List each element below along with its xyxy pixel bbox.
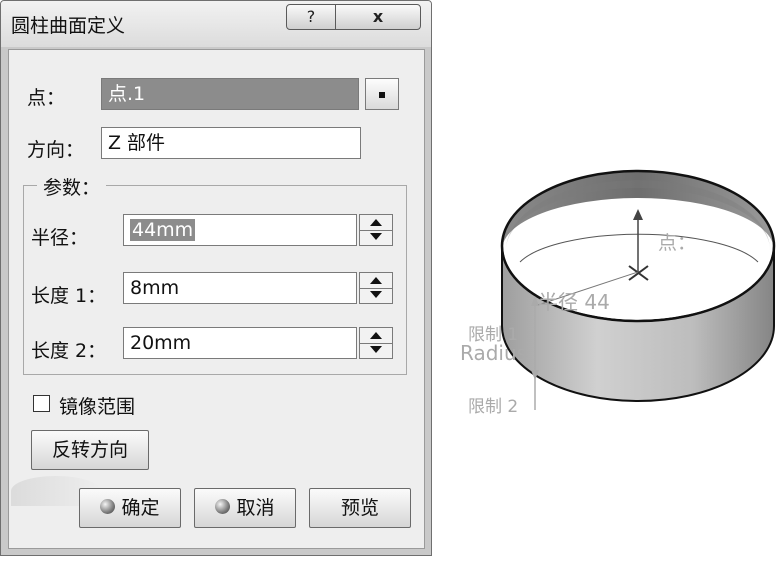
mirror-extent-label: 镜像范围 — [59, 396, 136, 418]
limit2-annotation: 限制 2 — [468, 397, 519, 417]
spinner-up-arrow-icon[interactable] — [360, 273, 392, 289]
radius-field[interactable]: 44mm — [123, 214, 357, 246]
radius-annotation: 半径 44 — [538, 290, 610, 314]
dialog-titlebar[interactable]: 圆柱曲面定义 ? x — [1, 1, 431, 47]
point-annotation: 点： — [658, 232, 697, 254]
point-select-button[interactable] — [365, 78, 399, 110]
close-button[interactable]: x — [335, 4, 421, 30]
length2-field[interactable]: 20mm — [123, 327, 357, 359]
cancel-button[interactable]: 取消 — [194, 488, 296, 528]
radius-en-annotation: Radius — [460, 341, 528, 365]
3d-viewport[interactable]: 点： 半径 44 限制 1 Radius 限制 2 — [440, 0, 778, 560]
point-field[interactable]: 点.1 — [101, 78, 359, 110]
radius-value: 44mm — [130, 219, 196, 241]
length2-spinner[interactable] — [359, 327, 393, 359]
ok-button[interactable]: 确定 — [79, 488, 181, 528]
ok-orb-icon — [100, 499, 116, 514]
help-button[interactable]: ? — [286, 4, 336, 30]
radius-label: 半径： — [31, 227, 89, 249]
cancel-label: 取消 — [236, 497, 275, 519]
length1-spinner[interactable] — [359, 272, 393, 304]
reverse-direction-button[interactable]: 反转方向 — [31, 430, 149, 470]
direction-label: 方向： — [27, 139, 85, 161]
cylinder-preview — [500, 169, 776, 410]
radius-spinner[interactable] — [359, 214, 393, 246]
spinner-down-arrow-icon[interactable] — [360, 343, 392, 358]
spinner-down-arrow-icon[interactable] — [360, 288, 392, 303]
length1-field[interactable]: 8mm — [123, 272, 357, 304]
parameters-group-title: 参数： — [37, 173, 107, 200]
preview-button[interactable]: 预览 — [309, 488, 411, 528]
dot-icon — [379, 92, 385, 98]
cylinder-surface-dialog: 圆柱曲面定义 ? x 点： 点.1 方向： Z 部件 参数： 半径： 44mm … — [0, 0, 432, 556]
spinner-up-arrow-icon[interactable] — [360, 215, 392, 231]
dialog-title: 圆柱曲面定义 — [11, 15, 126, 37]
ok-label: 确定 — [121, 497, 160, 519]
direction-field[interactable]: Z 部件 — [101, 127, 361, 159]
cancel-orb-icon — [215, 499, 231, 514]
point-label: 点： — [27, 87, 66, 109]
spinner-up-arrow-icon[interactable] — [360, 328, 392, 344]
length1-label: 长度 1： — [31, 285, 107, 307]
spinner-down-arrow-icon[interactable] — [360, 230, 392, 245]
mirror-extent-checkbox[interactable] — [33, 395, 50, 412]
length2-label: 长度 2： — [31, 340, 107, 362]
